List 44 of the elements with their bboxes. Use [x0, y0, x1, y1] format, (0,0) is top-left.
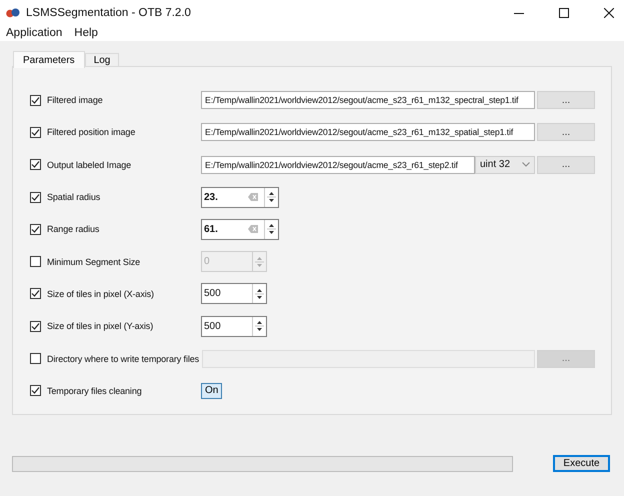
- checkbox[interactable]: [30, 159, 41, 170]
- spin-arrows-icon[interactable]: [252, 316, 266, 336]
- checkbox[interactable]: [30, 385, 41, 396]
- checkbox[interactable]: [30, 224, 41, 235]
- path-field[interactable]: E:/Temp/wallin2021/worldview2012/segout/acme_s23_r61_step2.tif: [201, 156, 475, 174]
- parameter-label: Range radius: [47, 224, 100, 234]
- execute-button[interactable]: Execute: [553, 455, 610, 472]
- number-field[interactable]: 23.: [201, 186, 279, 208]
- number-field[interactable]: 61.: [201, 218, 279, 240]
- number-field[interactable]: 500: [201, 316, 267, 337]
- path-field[interactable]: E:/Temp/wallin2021/worldview2012/segout/acme_s23_r61_m132_spatial_step1.tif: [201, 123, 535, 142]
- checkbox[interactable]: [30, 126, 41, 138]
- parameter-label: Output labeled Image: [47, 160, 132, 170]
- checkbox[interactable]: [30, 94, 41, 106]
- spin-arrows-icon[interactable]: [264, 188, 278, 207]
- browse-button[interactable]: ...: [537, 156, 595, 174]
- path-field[interactable]: E:/Temp/wallin2021/worldview2012/segout/acme_s23_r61_m132_spectral_step1.tif: [201, 91, 535, 110]
- number-field[interactable]: 500: [201, 283, 267, 304]
- pixel-type-dropdown[interactable]: uint 32: [475, 156, 535, 174]
- menu-item[interactable]: Help: [74, 27, 98, 39]
- maximize-icon[interactable]: [559, 8, 569, 18]
- tab[interactable]: Parameters: [13, 51, 85, 68]
- browse-button[interactable]: ...: [537, 91, 595, 110]
- tab[interactable]: Log: [84, 53, 120, 67]
- parameter-label: Filtered position image: [47, 127, 136, 138]
- menu-item[interactable]: Application: [6, 27, 62, 39]
- parameter-label: Directory where to write temporary files: [47, 354, 200, 364]
- parameter-label: Spatial radius: [47, 192, 100, 202]
- browse-button[interactable]: ...: [537, 123, 595, 142]
- parameter-label: Minimum Segment Size: [47, 256, 140, 267]
- checkbox[interactable]: [30, 320, 41, 332]
- parameter-label: Filtered image: [47, 95, 103, 106]
- parameter-label: Temporary files cleaning: [47, 386, 142, 396]
- window-title: LSMSSegmentation - OTB 7.2.0: [26, 6, 191, 18]
- parameter-label: Size of tiles in pixel (Y-axis): [47, 321, 154, 332]
- close-icon[interactable]: [604, 8, 614, 18]
- checkbox[interactable]: [30, 192, 41, 203]
- checkbox[interactable]: [30, 288, 41, 300]
- chevron-down-icon[interactable]: [522, 162, 530, 168]
- toggle-button[interactable]: On: [201, 382, 222, 399]
- app-logo-icon: [6, 8, 20, 18]
- spin-arrows-icon[interactable]: [264, 220, 278, 239]
- spin-arrows-icon[interactable]: [252, 284, 266, 304]
- parameter-label: Size of tiles in pixel (X-axis): [47, 288, 154, 299]
